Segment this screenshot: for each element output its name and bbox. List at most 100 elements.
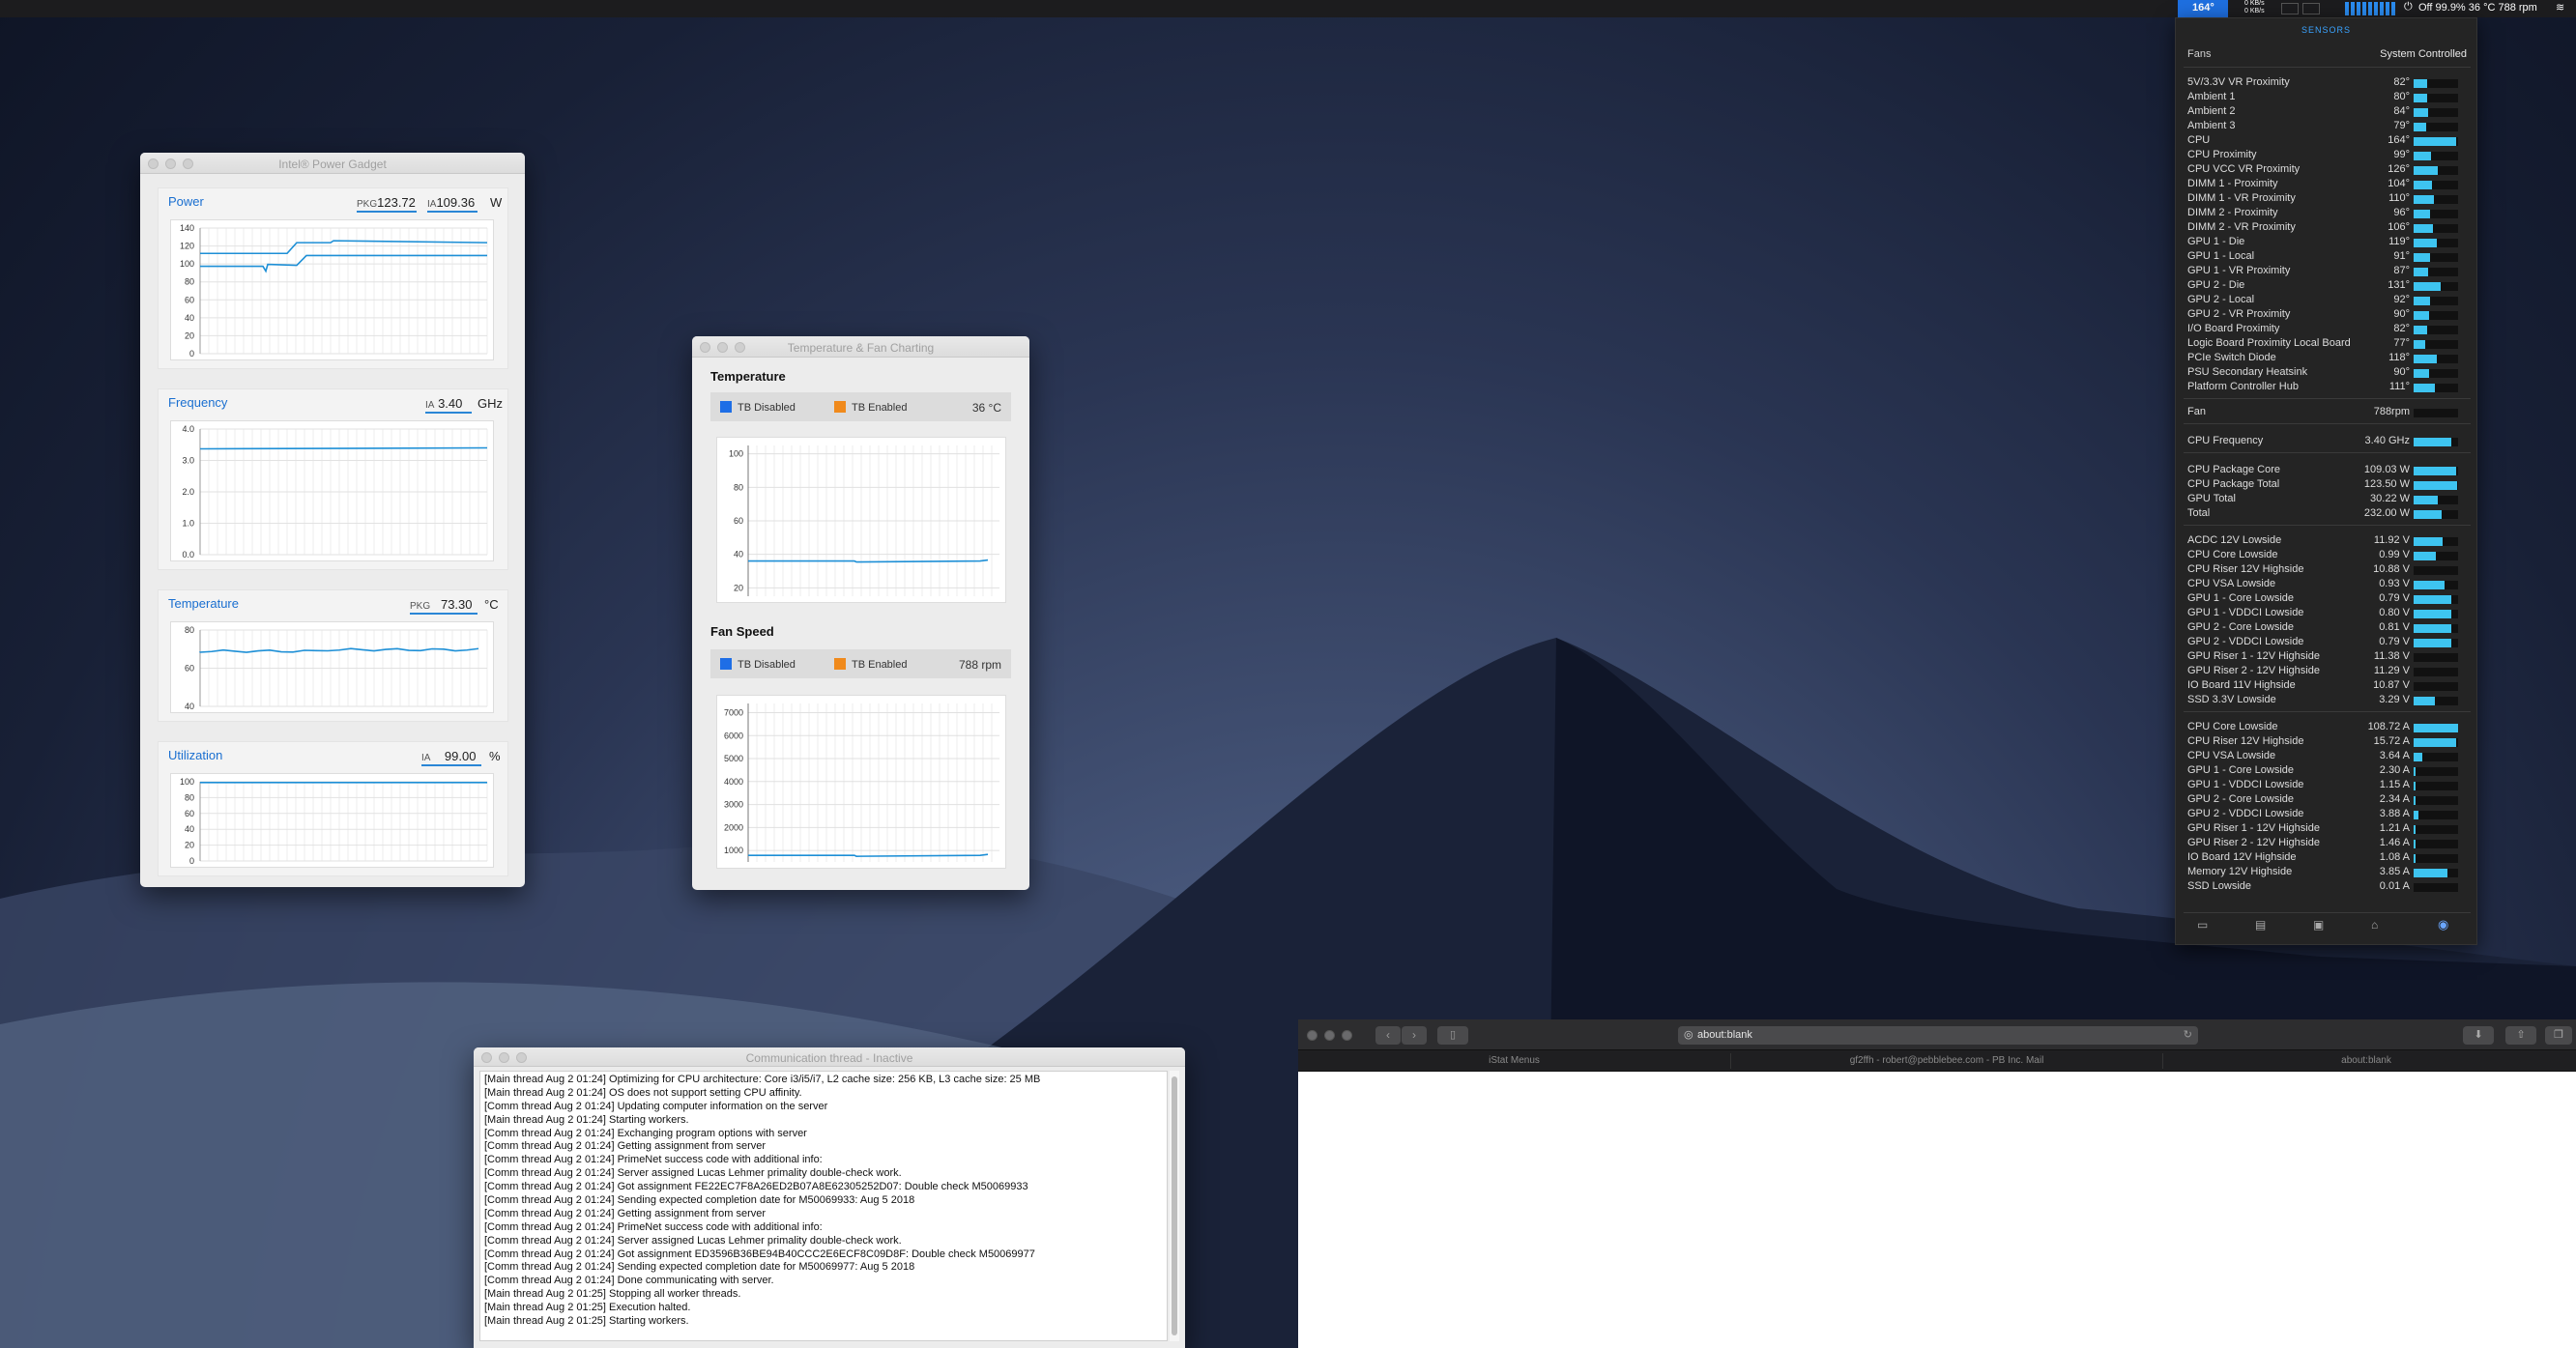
menubar-net-down[interactable]: 0 KB/s [2244,8,2265,14]
menubar-status[interactable]: Off 99.9% 36 °C 788 rpm [2418,2,2537,14]
sensor-row[interactable]: GPU 2 - VDDCI Lowside 0.79 V [2187,636,2470,650]
sensor-row[interactable]: CPU Core Lowside 0.99 V [2187,549,2470,563]
sensor-row[interactable]: PCIe Switch Diode 118° [2187,352,2470,366]
sensor-bar [2414,123,2458,131]
forward-button[interactable]: › [1402,1026,1427,1045]
sensor-bar [2414,166,2458,175]
tab-about-blank[interactable]: about:blank [2163,1055,2569,1066]
temp-fan-titlebar[interactable]: Temperature & Fan Charting [692,336,1029,358]
sensor-row[interactable]: Ambient 3 79° [2187,120,2470,134]
comm-scrollbar[interactable] [1170,1071,1179,1341]
power-icon[interactable]: ⏻ [2404,1,2413,14]
sensor-bar [2414,753,2458,761]
sensor-row[interactable]: CPU 164° [2187,134,2470,149]
fans-mode[interactable]: System Controlled [2380,48,2467,60]
sensor-row[interactable]: GPU 1 - VR Proximity 87° [2187,265,2470,279]
sensor-row[interactable]: CPU VCC VR Proximity 126° [2187,163,2470,178]
sensor-row[interactable]: DIMM 2 - VR Proximity 106° [2187,221,2470,236]
tabs-overview-icon[interactable]: ❐ [2545,1026,2572,1045]
downloads-icon[interactable]: ⬇ [2463,1026,2494,1045]
menubar-memory-graph[interactable] [2302,3,2320,14]
wifi-icon[interactable]: ≋ [2556,1,2564,14]
sensor-row[interactable]: SSD Lowside 0.01 A [2187,880,2470,895]
sidebar-icon[interactable]: ▯ [1437,1026,1468,1045]
sensor-row[interactable]: IO Board 12V Highside 1.08 A [2187,851,2470,866]
sensor-row[interactable]: CPU Package Core 109.03 W [2187,464,2470,478]
reload-icon[interactable]: ↻ [2184,1028,2192,1041]
sensor-row[interactable]: Platform Controller Hub 111° [2187,381,2470,395]
sensor-row[interactable]: SSD 3.3V Lowside 3.29 V [2187,694,2470,708]
menubar-cpu-bars[interactable] [2345,2,2395,15]
sensor-row[interactable]: CPU Riser 12V Highside 10.88 V [2187,563,2470,578]
istat-memory-icon[interactable]: ▤ [2255,918,2266,932]
menubar-cpu-temp[interactable]: 164° [2192,2,2214,14]
sensor-row[interactable]: CPU Package Total 123.50 W [2187,478,2470,493]
address-bar[interactable]: ◎ about:blank ↻ [1678,1026,2198,1045]
sensor-row[interactable]: DIMM 1 - Proximity 104° [2187,178,2470,192]
sensor-bar [2414,210,2458,218]
istat-airdrop-icon[interactable]: ⌂ [2371,918,2378,932]
sensor-row[interactable]: GPU 1 - Local 91° [2187,250,2470,265]
comm-titlebar[interactable]: Communication thread - Inactive [474,1047,1185,1067]
sensor-row[interactable]: GPU Riser 2 - 12V Highside 1.46 A [2187,837,2470,851]
menubar-cpu-graph[interactable] [2281,3,2299,14]
istat-settings-icon[interactable]: ◉ [2438,917,2448,932]
sensor-row[interactable]: DIMM 1 - VR Proximity 110° [2187,192,2470,207]
tick-label: 100 [180,777,194,787]
sensor-row[interactable]: GPU 1 - Core Lowside 2.30 A [2187,764,2470,779]
tab-istat-menus[interactable]: iStat Menus [1298,1055,1730,1066]
close-button[interactable] [1307,1030,1317,1041]
sensor-row[interactable]: GPU 2 - VR Proximity 90° [2187,308,2470,323]
sensor-row[interactable]: I/O Board Proximity 82° [2187,323,2470,337]
log-line: [Comm thread Aug 2 01:24] Exchanging pro… [484,1127,807,1139]
sensor-row[interactable]: ACDC 12V Lowside 11.92 V [2187,534,2470,549]
sensor-row[interactable]: 5V/3.3V VR Proximity 82° [2187,76,2470,91]
sensor-value: 82° [2393,76,2410,88]
sensor-bar [2414,840,2458,848]
istat-cpu-icon[interactable]: ▭ [2197,918,2208,932]
sensor-row[interactable]: CPU Riser 12V Highside 15.72 A [2187,735,2470,750]
sensor-row[interactable]: Ambient 1 80° [2187,91,2470,105]
tab-mail[interactable]: gf2ffh - robert@pebblebee.com - PB Inc. … [1731,1055,2162,1066]
sensor-row[interactable]: IO Board 11V Highside 10.87 V [2187,679,2470,694]
sensor-row[interactable]: GPU 2 - Local 92° [2187,294,2470,308]
sensor-row[interactable]: DIMM 2 - Proximity 96° [2187,207,2470,221]
sensor-row[interactable]: GPU 1 - VDDCI Lowside 1.15 A [2187,779,2470,793]
sensor-row[interactable]: GPU Riser 2 - 12V Highside 11.29 V [2187,665,2470,679]
sensor-row[interactable]: GPU 2 - Core Lowside 0.81 V [2187,621,2470,636]
sensor-row[interactable]: Total 232.00 W [2187,507,2470,522]
sensor-row[interactable]: GPU 1 - Die 119° [2187,236,2470,250]
back-button[interactable]: ‹ [1375,1026,1401,1045]
sensor-row[interactable]: CPU VSA Lowside 3.64 A [2187,750,2470,764]
sensor-row[interactable]: CPU VSA Lowside 0.93 V [2187,578,2470,592]
share-icon[interactable]: ⇧ [2505,1026,2536,1045]
sensor-row[interactable]: Fan 788rpm [2187,406,2470,420]
sensor-row[interactable]: CPU Core Lowside 108.72 A [2187,721,2470,735]
sensor-row[interactable]: GPU 2 - Die 131° [2187,279,2470,294]
sensor-row[interactable]: GPU Riser 1 - 12V Highside 11.38 V [2187,650,2470,665]
sensor-row[interactable]: GPU Riser 1 - 12V Highside 1.21 A [2187,822,2470,837]
power-gadget-titlebar[interactable]: Intel® Power Gadget [140,153,525,174]
power-gadget-window: Intel® Power Gadget Power PKG123.72 IA10… [140,153,525,887]
sensor-row[interactable]: GPU 1 - VDDCI Lowside 0.80 V [2187,607,2470,621]
zoom-button[interactable] [1342,1030,1352,1041]
sensor-row[interactable]: Memory 12V Highside 3.85 A [2187,866,2470,880]
sensor-name: GPU Riser 2 - 12V Highside [2187,837,2320,848]
sensor-row[interactable]: GPU 2 - Core Lowside 2.34 A [2187,793,2470,808]
sensor-row[interactable]: Logic Board Proximity Local Board 77° [2187,337,2470,352]
comm-log[interactable]: [Main thread Aug 2 01:24] Optimizing for… [479,1071,1168,1341]
menubar-net-up[interactable]: 0 KB/s [2244,0,2265,7]
tick-label: 4000 [724,777,743,787]
sensor-row[interactable]: GPU Total 30.22 W [2187,493,2470,507]
istat-terminal-icon[interactable]: ▣ [2313,918,2324,932]
sensor-row[interactable]: Ambient 2 84° [2187,105,2470,120]
sensor-row[interactable]: CPU Proximity 99° [2187,149,2470,163]
sensor-row[interactable]: GPU 1 - Core Lowside 0.79 V [2187,592,2470,607]
minimize-button[interactable] [1324,1030,1335,1041]
sensor-bar [2414,108,2458,117]
safari-page[interactable] [1298,1073,2576,1348]
sensor-row[interactable]: PSU Secondary Heatsink 90° [2187,366,2470,381]
fan-current: 788 rpm [958,658,1001,672]
sensor-row[interactable]: CPU Frequency 3.40 GHz [2187,435,2470,449]
sensor-row[interactable]: GPU 2 - VDDCI Lowside 3.88 A [2187,808,2470,822]
